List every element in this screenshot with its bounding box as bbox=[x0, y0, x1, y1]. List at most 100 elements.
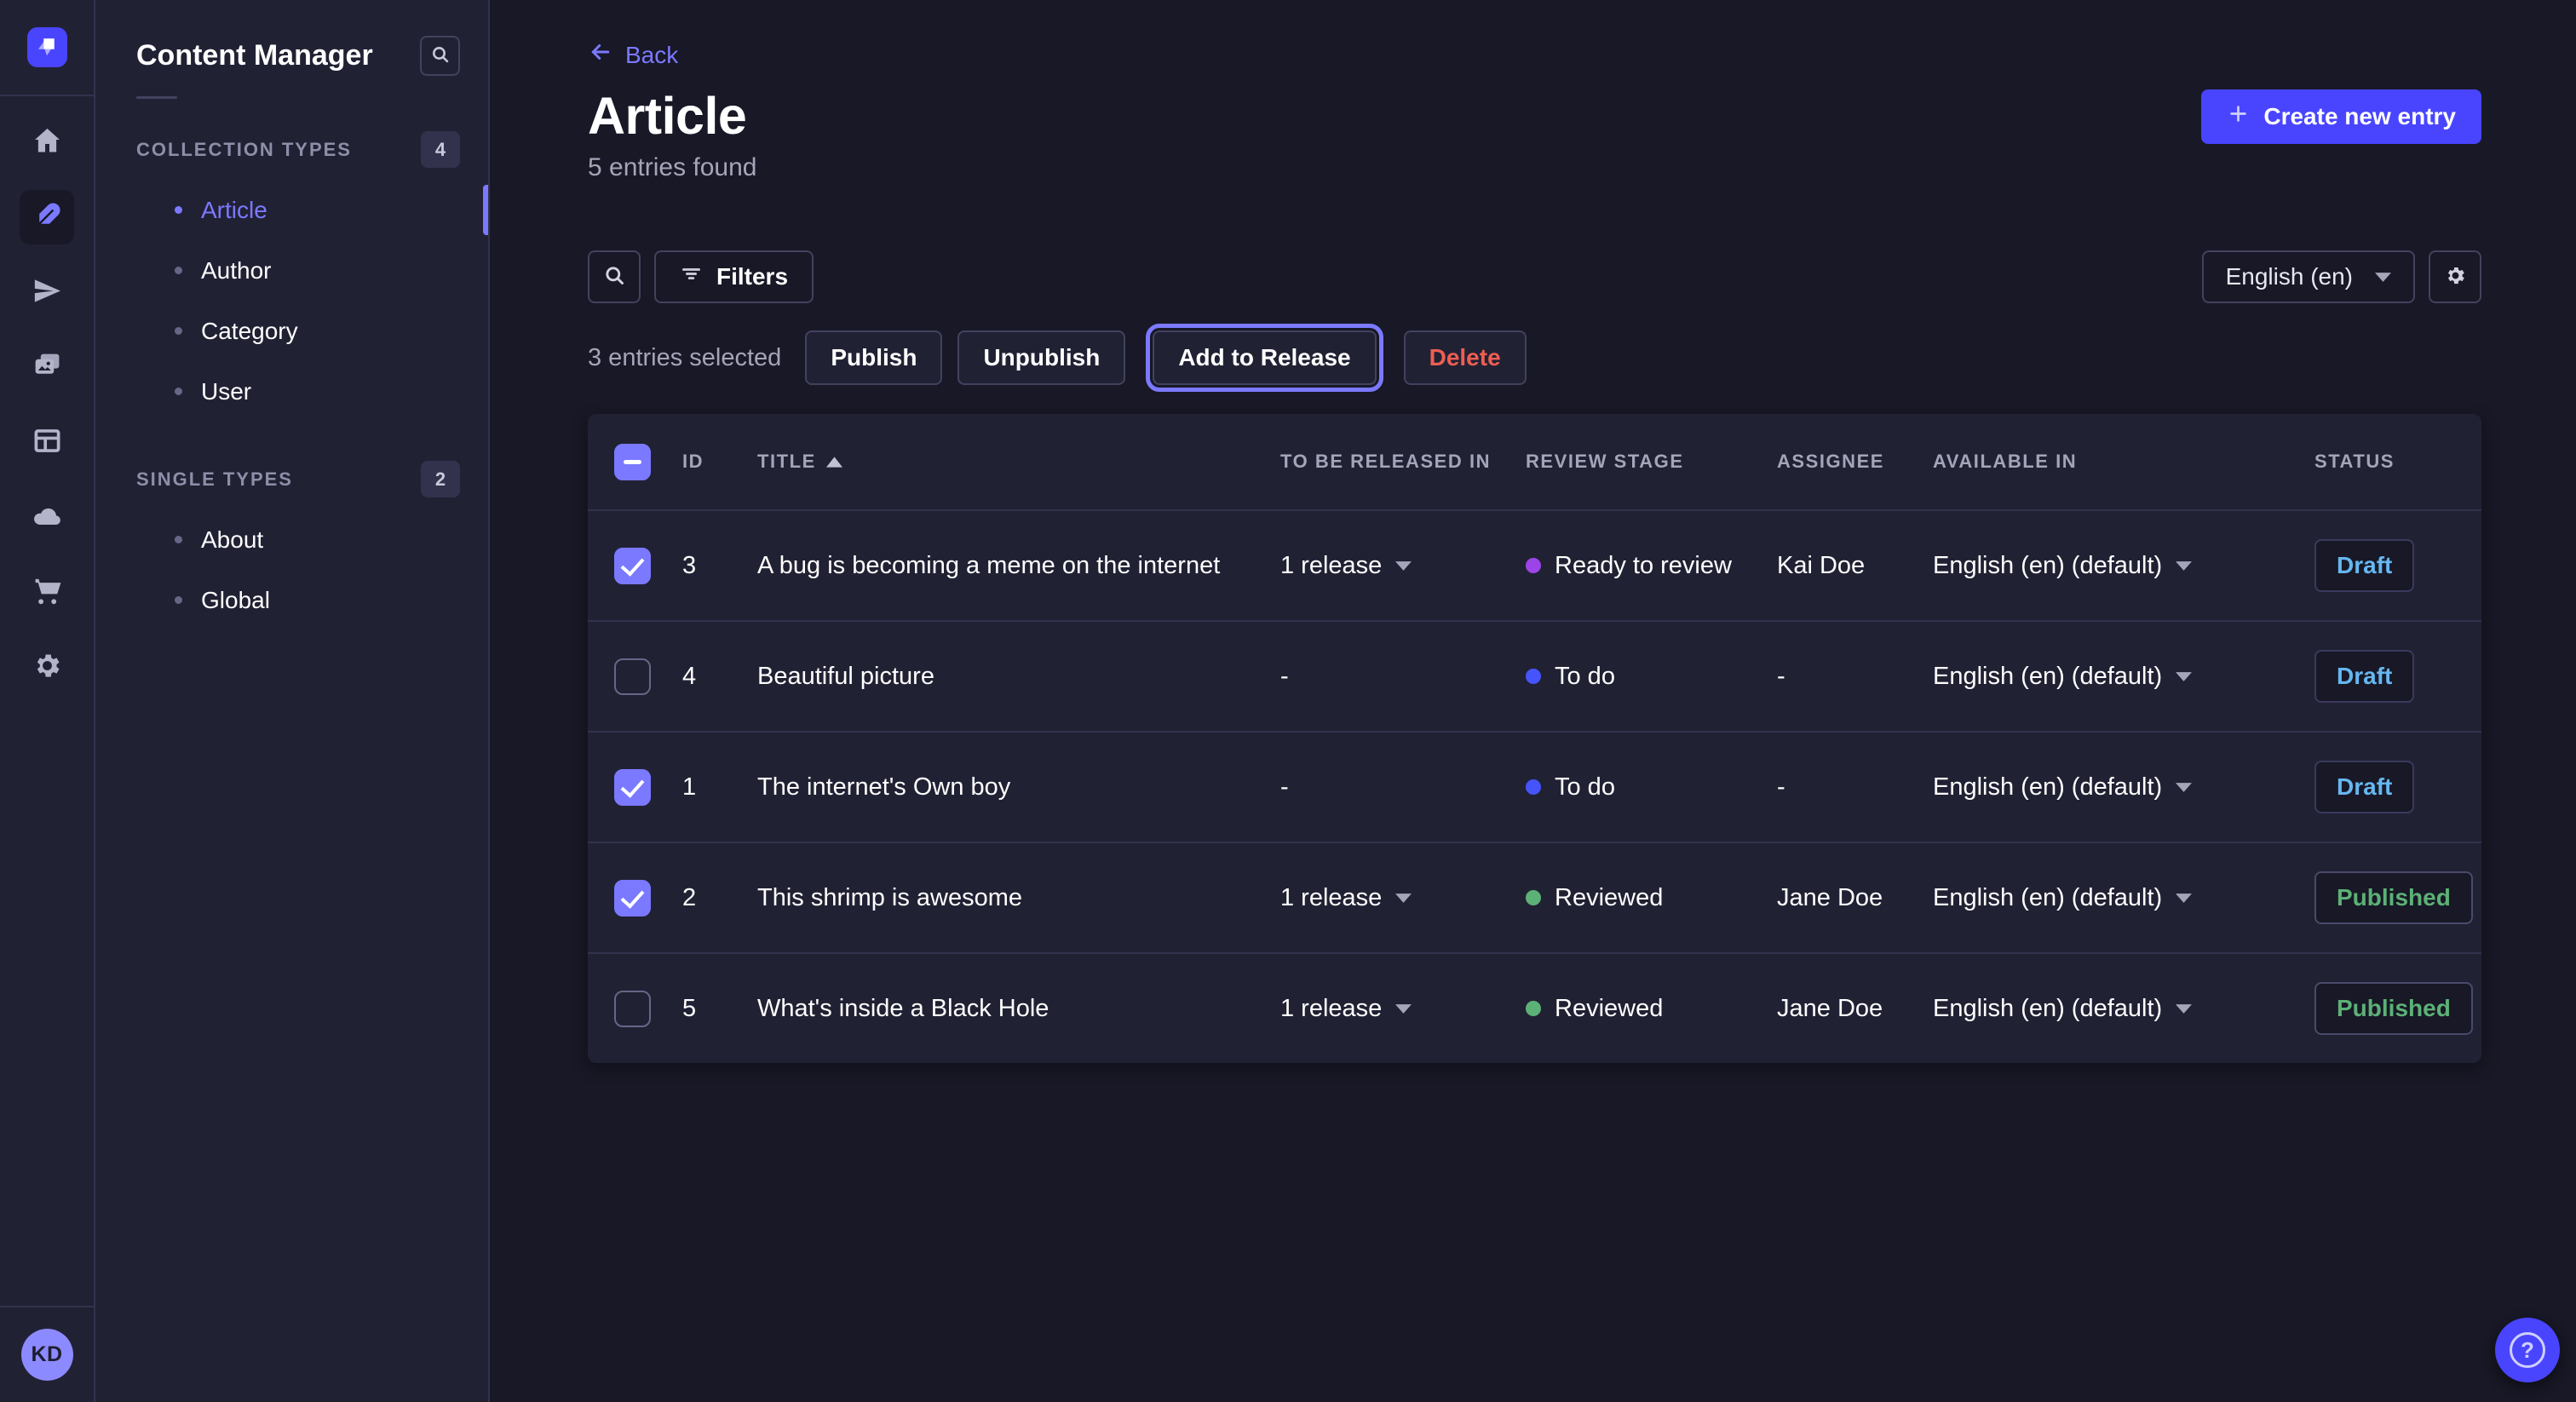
toolbar: Filters English (en) bbox=[588, 250, 2481, 303]
chevron-down-icon bbox=[2176, 893, 2192, 903]
sidebar-item-user[interactable]: User bbox=[95, 361, 488, 422]
column-header-title[interactable]: TITLE bbox=[757, 451, 1280, 473]
row-locale-dropdown[interactable]: English (en) (default) bbox=[1933, 663, 2314, 691]
rail-item-releases[interactable] bbox=[20, 265, 74, 319]
add-to-release-button[interactable]: Add to Release bbox=[1153, 330, 1376, 385]
back-link[interactable]: Back bbox=[588, 39, 678, 71]
column-header-id[interactable]: ID bbox=[682, 451, 757, 473]
chevron-down-icon bbox=[1395, 893, 1412, 903]
row-locale-dropdown[interactable]: English (en) (default) bbox=[1933, 995, 2314, 1023]
rail-item-home[interactable] bbox=[20, 115, 74, 170]
stage-dot-icon bbox=[1526, 1001, 1541, 1016]
locale-value: English (en) (default) bbox=[1933, 773, 2162, 802]
release-value: 1 release bbox=[1280, 552, 1382, 580]
chevron-down-icon bbox=[1395, 1004, 1412, 1014]
row-release-dropdown: - bbox=[1280, 663, 1526, 691]
chevron-down-icon bbox=[2176, 561, 2192, 571]
sidebar-search-button[interactable] bbox=[420, 36, 460, 76]
column-header-release[interactable]: TO BE RELEASED IN bbox=[1280, 451, 1526, 473]
column-header-review-stage[interactable]: REVIEW STAGE bbox=[1526, 451, 1777, 473]
sidebar-item-label: Category bbox=[201, 318, 298, 345]
sidebar-item-about[interactable]: About bbox=[95, 509, 488, 570]
rail-item-media-library[interactable] bbox=[20, 340, 74, 394]
rail-item-content-type-builder[interactable] bbox=[20, 415, 74, 469]
stage-dot-icon bbox=[1526, 890, 1541, 905]
home-icon bbox=[32, 125, 63, 159]
stage-label: To do bbox=[1555, 773, 1615, 802]
locale-value: English (en) bbox=[2226, 263, 2353, 290]
row-checkbox[interactable] bbox=[614, 548, 651, 584]
layout-icon bbox=[32, 425, 63, 459]
row-checkbox[interactable] bbox=[614, 769, 651, 806]
rail-item-marketplace[interactable] bbox=[20, 565, 74, 619]
filter-icon bbox=[680, 262, 703, 291]
table-row[interactable]: 3 A bug is becoming a meme on the intern… bbox=[588, 509, 2481, 620]
filters-label: Filters bbox=[716, 263, 788, 290]
table-row[interactable]: 4 Beautiful picture - To do - English (e… bbox=[588, 620, 2481, 731]
chevron-down-icon bbox=[2176, 783, 2192, 792]
unpublish-button[interactable]: Unpublish bbox=[957, 330, 1125, 385]
rail-item-deploy[interactable] bbox=[20, 490, 74, 544]
select-all-checkbox[interactable] bbox=[614, 444, 651, 480]
row-title: What's inside a Black Hole bbox=[757, 995, 1280, 1023]
table-header: ID TITLE TO BE RELEASED IN REVIEW STAGE … bbox=[588, 414, 2481, 509]
table-row[interactable]: 5 What's inside a Black Hole 1 release R… bbox=[588, 952, 2481, 1063]
filters-button[interactable]: Filters bbox=[654, 250, 814, 303]
sidebar-item-article[interactable]: Article bbox=[95, 180, 488, 240]
row-checkbox[interactable] bbox=[614, 658, 651, 695]
sidebar-item-label: User bbox=[201, 378, 251, 405]
row-assignee: - bbox=[1777, 773, 1933, 802]
help-button[interactable]: ? bbox=[2495, 1318, 2560, 1382]
bullet-icon bbox=[175, 596, 182, 604]
row-checkbox[interactable] bbox=[614, 991, 651, 1027]
row-title: This shrimp is awesome bbox=[757, 884, 1280, 912]
section-count-badge: 4 bbox=[421, 131, 460, 168]
create-new-entry-label: Create new entry bbox=[2263, 103, 2456, 130]
release-value: - bbox=[1280, 663, 1289, 691]
column-header-assignee[interactable]: ASSIGNEE bbox=[1777, 451, 1933, 473]
rail-item-content-manager[interactable] bbox=[20, 190, 74, 244]
sort-asc-icon bbox=[826, 457, 842, 468]
row-locale-dropdown[interactable]: English (en) (default) bbox=[1933, 773, 2314, 802]
arrow-left-icon bbox=[588, 39, 613, 71]
row-checkbox[interactable] bbox=[614, 880, 651, 916]
column-header-status[interactable]: STATUS bbox=[2314, 451, 2481, 473]
delete-button[interactable]: Delete bbox=[1404, 330, 1527, 385]
table-row[interactable]: 1 The internet's Own boy - To do - Engli… bbox=[588, 731, 2481, 842]
section-count-badge: 2 bbox=[421, 461, 460, 497]
bullet-icon bbox=[175, 206, 182, 214]
row-title: Beautiful picture bbox=[757, 663, 1280, 691]
row-release-dropdown[interactable]: 1 release bbox=[1280, 552, 1526, 580]
sidebar-item-author[interactable]: Author bbox=[95, 240, 488, 301]
row-release-dropdown[interactable]: 1 release bbox=[1280, 884, 1526, 912]
content-manager-sidebar: Content Manager COLLECTION TYPES 4 Artic… bbox=[95, 0, 490, 1402]
sidebar-item-global[interactable]: Global bbox=[95, 570, 488, 630]
publish-button[interactable]: Publish bbox=[805, 330, 942, 385]
row-review-stage: To do bbox=[1526, 663, 1777, 691]
table-row[interactable]: 2 This shrimp is awesome 1 release Revie… bbox=[588, 842, 2481, 952]
status-badge: Published bbox=[2314, 871, 2473, 924]
sidebar-item-label: About bbox=[201, 526, 263, 554]
row-assignee: Jane Doe bbox=[1777, 995, 1933, 1023]
view-settings-button[interactable] bbox=[2429, 250, 2481, 303]
stage-dot-icon bbox=[1526, 558, 1541, 573]
locale-value: English (en) (default) bbox=[1933, 552, 2162, 580]
strapi-logo[interactable] bbox=[27, 27, 67, 67]
stage-label: To do bbox=[1555, 663, 1615, 691]
user-avatar[interactable]: KD bbox=[21, 1329, 73, 1381]
bullet-icon bbox=[175, 327, 182, 335]
single-types-section: SINGLE TYPES 2 About Global bbox=[95, 461, 488, 630]
plus-icon bbox=[2227, 102, 2250, 131]
row-assignee: Kai Doe bbox=[1777, 552, 1933, 580]
search-entries-button[interactable] bbox=[588, 250, 641, 303]
create-new-entry-button[interactable]: Create new entry bbox=[2201, 89, 2481, 144]
row-release-dropdown[interactable]: 1 release bbox=[1280, 995, 1526, 1023]
row-locale-dropdown[interactable]: English (en) (default) bbox=[1933, 552, 2314, 580]
rail-item-settings[interactable] bbox=[20, 640, 74, 694]
column-header-available-in[interactable]: AVAILABLE IN bbox=[1933, 451, 2314, 473]
row-review-stage: Reviewed bbox=[1526, 995, 1777, 1023]
sidebar-title: Content Manager bbox=[136, 39, 373, 72]
row-locale-dropdown[interactable]: English (en) (default) bbox=[1933, 884, 2314, 912]
locale-select[interactable]: English (en) bbox=[2202, 250, 2415, 303]
sidebar-item-category[interactable]: Category bbox=[95, 301, 488, 361]
